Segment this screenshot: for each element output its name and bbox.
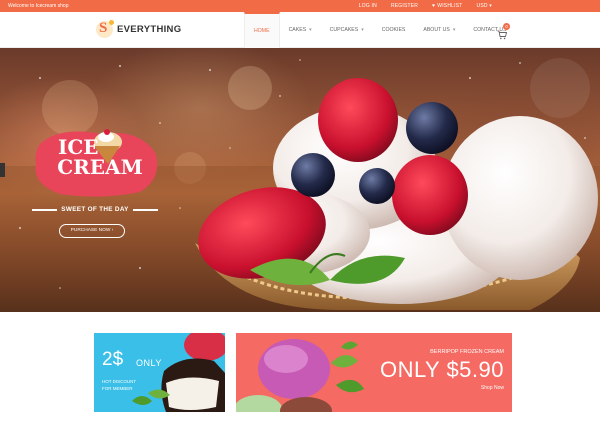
main-nav: HOME CAKES ▾ CUPCAKES ▾ COOKIES ABOUT US ▾ … [244, 12, 516, 48]
hero-slider: ICE CREAM SWEET OF THE DAY PURCHASE NOW … [0, 48, 600, 312]
login-link[interactable]: LOG IN [359, 3, 377, 9]
nav-cakes[interactable]: CAKES ▾ [280, 12, 321, 48]
top-bar: Welcome to Icecream shop LOG IN REGISTER… [0, 0, 600, 12]
logo[interactable]: S EVERYTHING [96, 20, 182, 38]
promo-price: 2$ [102, 349, 124, 370]
currency-label: USD [476, 3, 488, 9]
promo-description: HOT DISCOUNT FOR MEMBER [102, 378, 152, 392]
logo-icon: S [96, 20, 114, 38]
promo-line-1: HOT DISCOUNT [102, 379, 137, 384]
wishlist-link[interactable]: ♥ WISHLIST [432, 3, 462, 9]
chevron-down-icon: ▾ [452, 27, 456, 33]
title-line-cream: CREAM [57, 155, 143, 179]
promo-line-2: FOR MEMBER [102, 386, 133, 391]
nav-contact-us[interactable]: CONTACT US [464, 12, 515, 48]
shop-now-link[interactable]: Shop Now [481, 385, 504, 391]
promo-product-name: BERRIPOP FROZEN CREAM [430, 349, 504, 355]
hero-tagline: SWEET OF THE DAY [32, 205, 159, 214]
promo-banner-member-discount[interactable]: 2$ ONLY HOT DISCOUNT FOR MEMBER [94, 333, 225, 412]
nav-about-label: ABOUT US [423, 27, 450, 33]
promo-banner-berripop[interactable]: BERRIPOP FROZEN CREAM ONLY $5.90 Shop No… [236, 333, 512, 412]
tagline-divider-left [32, 208, 58, 211]
register-link[interactable]: REGISTER [391, 3, 418, 9]
header: S EVERYTHING HOME CAKES ▾ CUPCAKES ▾ COOKI… [0, 12, 600, 48]
purchase-now-label: PURCHASE NOW [70, 228, 111, 233]
logo-text: EVERYTHING [117, 24, 182, 35]
currency-selector[interactable]: USD ▾ [477, 3, 492, 9]
cart-button[interactable]: 0 [497, 23, 510, 40]
nav-cupcakes-label: CUPCAKES [329, 27, 359, 33]
nav-cookies[interactable]: COOKIES [373, 12, 415, 48]
ice-cream-title: ICE CREAM [50, 137, 150, 177]
nav-about-us[interactable]: ABOUT US ▾ [414, 12, 464, 48]
slider-side-handle[interactable] [0, 163, 5, 177]
chevron-down-icon: ▾ [309, 27, 312, 33]
chevron-down-icon: ▾ [361, 27, 364, 33]
ice-cream-bar-image [132, 333, 225, 412]
chevron-right-icon: › [111, 228, 114, 233]
nav-cakes-label: CAKES [288, 27, 307, 33]
cart-count-badge: 0 [503, 23, 510, 30]
chevron-down-icon: ▾ [489, 3, 492, 9]
promo-only: ONLY [136, 358, 162, 368]
account-links: LOG IN REGISTER ♥ WISHLIST USD ▾ [359, 3, 492, 9]
purchase-now-button[interactable]: PURCHASE NOW › [59, 224, 125, 238]
promo-price: ONLY $5.90 [379, 357, 504, 382]
nav-home-label: HOME [254, 28, 270, 34]
wishlist-label: WISHLIST [437, 3, 463, 9]
nav-cupcakes[interactable]: CUPCAKES ▾ [321, 12, 373, 48]
cart-icon [497, 30, 508, 40]
nav-cookies-label: COOKIES [381, 27, 406, 33]
tagline-divider-right [132, 208, 159, 211]
welcome-text: Welcome to Icecream shop [8, 3, 69, 9]
tagline-text: SWEET OF THE DAY [61, 206, 129, 213]
nav-home[interactable]: HOME [244, 12, 280, 48]
title-line-ice: ICE [58, 135, 99, 159]
heart-icon: ♥ [432, 3, 436, 9]
ice-cream-badge: ICE CREAM [30, 124, 162, 204]
